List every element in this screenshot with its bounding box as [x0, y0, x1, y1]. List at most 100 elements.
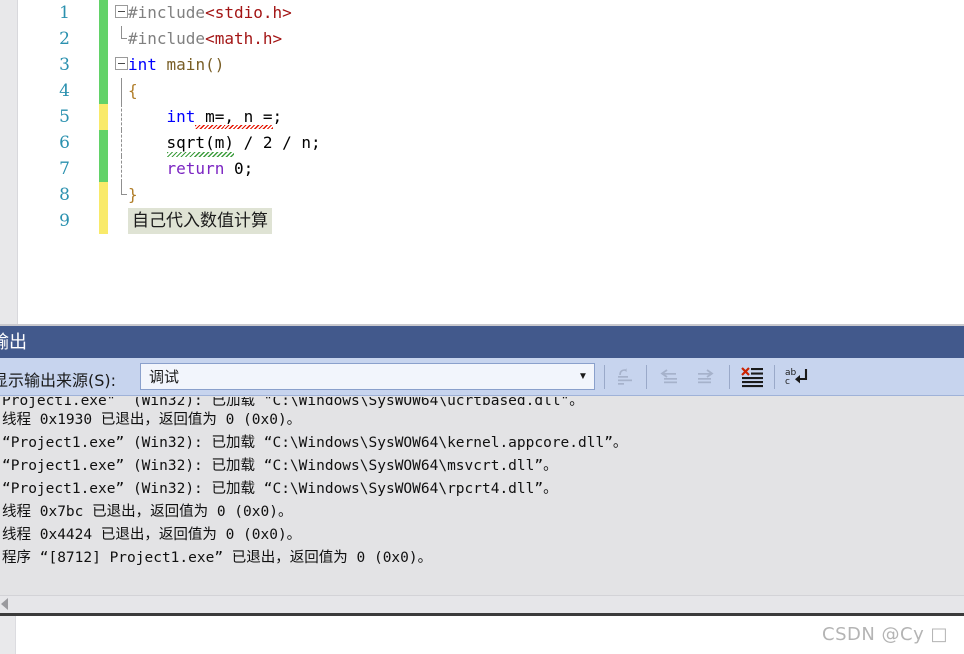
output-source-value: 调试	[149, 368, 180, 386]
line-number: 9	[59, 211, 70, 231]
code-line-9[interactable]: 9 自己代入数值计算	[0, 208, 964, 234]
token-brace-open: {	[128, 81, 138, 100]
token-error-m-assign: m=	[195, 104, 224, 130]
code-text: }	[128, 182, 138, 208]
code-line-6[interactable]: 6 sqrt(m) / 2 / n;	[0, 130, 964, 157]
token-preprocessor: #include	[128, 3, 206, 22]
collapse-minus-icon[interactable]	[115, 57, 128, 70]
code-line-5[interactable]: 5 int m=, n =;	[0, 104, 964, 130]
clear-all-icon	[741, 367, 763, 388]
token-main: main()	[156, 55, 225, 74]
output-line: Project1.exe" (Win32): 已加载 "C:\Windows\S…	[2, 397, 584, 408]
code-text: int m=, n =;	[128, 104, 282, 130]
code-editor[interactable]: 1 #include<stdio.h> 2 #include<math.h> 3	[0, 0, 964, 326]
collapse-minus-icon[interactable]	[115, 5, 128, 18]
token-keyword-int: int	[166, 107, 196, 126]
code-line-4[interactable]: 4 {	[0, 78, 964, 104]
footer-left-margin	[0, 616, 16, 654]
output-toolbar: 显示输出来源(S): 调试 ▼ ab c	[0, 358, 964, 396]
go-to-source-icon	[618, 368, 632, 385]
change-bar-unsaved	[99, 182, 108, 208]
scroll-left-arrow-icon[interactable]	[1, 598, 8, 610]
line-number: 7	[59, 159, 70, 179]
code-line-2[interactable]: 2 #include<math.h>	[0, 26, 964, 52]
code-text: return 0;	[128, 156, 254, 182]
indent-guide-line	[121, 130, 122, 156]
show-output-from-label: 显示输出来源(S):	[0, 371, 117, 390]
word-wrap-icon: ab c	[785, 368, 808, 387]
code-line-3[interactable]: 3 int main()	[0, 52, 964, 78]
change-bar-saved	[99, 0, 108, 26]
output-panel-title-bar[interactable]: 输出	[0, 326, 964, 358]
toolbar-separator	[774, 365, 775, 389]
token-brace-close: }	[128, 185, 138, 204]
find-previous-icon	[660, 369, 677, 384]
toolbar-separator	[646, 365, 647, 389]
output-source-dropdown[interactable]: 调试 ▼	[140, 363, 595, 390]
go-to-source-button[interactable]	[610, 364, 640, 390]
output-text-area[interactable]: Project1.exe" (Win32): 已加载 "C:\Windows\S…	[0, 397, 964, 621]
selected-text-note[interactable]: 自己代入数值计算	[128, 208, 272, 234]
find-previous-button[interactable]	[655, 364, 685, 390]
word-wrap-button[interactable]: ab c	[784, 364, 814, 390]
code-line-8[interactable]: 8 }	[0, 182, 964, 208]
line-number: 6	[59, 133, 70, 153]
line-number: 1	[59, 3, 70, 23]
chevron-down-icon[interactable]: ▼	[572, 371, 594, 382]
indent-guide-line	[121, 104, 122, 130]
change-bar-saved	[99, 156, 108, 182]
token-expression: / 2 / n;	[233, 133, 321, 152]
indent-guide-line	[121, 156, 122, 182]
token-warning-sqrt: sqrt(m)	[166, 130, 235, 157]
output-panel: 输出 显示输出来源(S): 调试 ▼	[0, 326, 964, 654]
watermark: CSDN @Cy □	[822, 624, 948, 645]
line-number: 4	[59, 81, 70, 101]
change-bar-saved	[99, 26, 108, 52]
fold-guide-line	[121, 26, 127, 39]
token-header: <stdio.h>	[205, 3, 292, 22]
toolbar-separator	[604, 365, 605, 389]
svg-text:c: c	[785, 377, 790, 387]
line-number: 8	[59, 185, 70, 205]
ide-window: 1 #include<stdio.h> 2 #include<math.h> 3	[0, 0, 964, 654]
output-horizontal-scrollbar[interactable]	[0, 595, 964, 613]
code-text: int main()	[128, 52, 224, 78]
clear-all-button[interactable]	[738, 364, 768, 390]
code-line-7[interactable]: 7 return 0;	[0, 156, 964, 182]
code-lines: 1 #include<stdio.h> 2 #include<math.h> 3	[0, 0, 964, 234]
toolbar-separator	[729, 365, 730, 389]
line-number: 5	[59, 107, 70, 127]
change-bar-saved	[99, 78, 108, 104]
code-text: {	[128, 78, 138, 104]
output-line: “Project1.exe” (Win32): 已加载 “C:\Windows\…	[2, 435, 628, 451]
output-panel-title: 输出	[0, 332, 27, 353]
token-keyword-return: return	[166, 159, 225, 178]
change-bar-unsaved	[99, 104, 108, 130]
find-next-button[interactable]	[691, 364, 721, 390]
window-footer: CSDN @Cy □	[0, 616, 964, 654]
code-text: sqrt(m) / 2 / n;	[128, 130, 321, 157]
code-line-1[interactable]: 1 #include<stdio.h>	[0, 0, 964, 26]
fold-guide-line	[121, 182, 127, 195]
output-line: 线程 0x1930 已退出，返回值为 0 (0x0)。	[2, 412, 302, 428]
output-line: 线程 0x7bc 已退出，返回值为 0 (0x0)。	[2, 504, 293, 520]
token-error-n-assign: , n =	[224, 104, 273, 130]
token-preprocessor: #include	[128, 29, 206, 48]
token-header: <math.h>	[205, 29, 283, 48]
code-text: #include<math.h>	[128, 26, 282, 52]
line-number: 2	[59, 29, 70, 49]
token-semicolon: ;	[272, 107, 283, 126]
find-next-icon	[698, 369, 714, 384]
output-line: “Project1.exe” (Win32): 已加载 “C:\Windows\…	[2, 458, 558, 474]
token-return-value: 0;	[224, 159, 254, 178]
line-number: 3	[59, 55, 70, 75]
change-bar-unsaved	[99, 208, 108, 234]
output-line: “Project1.exe” (Win32): 已加载 “C:\Windows\…	[2, 481, 558, 497]
token-keyword-int: int	[128, 55, 157, 74]
output-line: 程序 “[8712] Project1.exe” 已退出，返回值为 0 (0x0…	[2, 550, 433, 566]
change-bar-saved	[99, 130, 108, 156]
output-line: 线程 0x4424 已退出，返回值为 0 (0x0)。	[2, 527, 302, 543]
